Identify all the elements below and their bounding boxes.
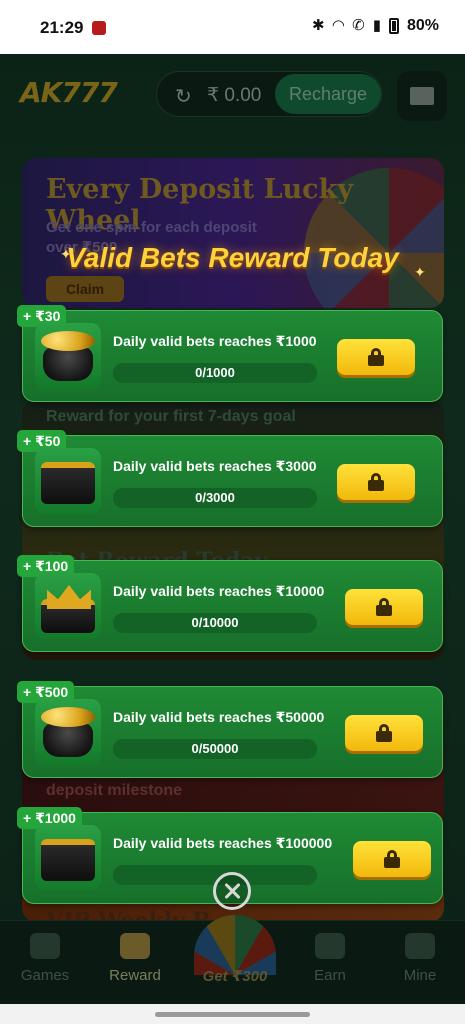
reward-locked-button[interactable] [337,464,415,500]
reward-progress-text: 0/3000 [195,490,235,505]
reward-locked-button[interactable] [345,589,423,625]
profile-icon [405,933,435,959]
close-modal-button[interactable] [213,872,251,910]
reward-description: Daily valid bets reaches ₹1000 [113,333,317,349]
reward-modal-title: Valid Bets Reward Today [66,242,399,273]
close-icon [216,875,248,907]
reward-progress-text: 0/10000 [191,615,239,630]
treasure-box-icon [41,462,95,504]
signal-icon: ▮ [372,17,381,34]
mail-icon [410,87,434,105]
reward-progress-bar: 0/10000 [113,613,317,633]
gift-icon [120,933,150,959]
nav-earn[interactable]: Earn [290,933,370,984]
wallet-pill: ↻ ₹ 0.00 Recharge [156,71,382,117]
refresh-icon[interactable]: ↻ [175,84,192,109]
call-icon: ✆ [352,17,365,34]
nav-games-label: Games [20,967,70,984]
reward-card: + ₹500 Daily valid bets reaches ₹50000 0/5… [17,681,443,778]
deposit-milestone-text: deposit milestone [46,782,183,799]
reward-card: + ₹30 Daily valid bets reaches ₹1000 0/100… [17,305,443,402]
reward-progress-text: 0/50000 [191,741,239,756]
nav-reward-label: Reward [109,967,161,984]
lock-icon [376,724,392,742]
lock-icon [384,850,400,868]
goal-banner-text: Reward for your first 7-days goal [46,408,296,425]
lucky-wheel-claim-button: Claim [46,276,124,302]
reward-thumbnail [35,323,101,389]
reward-locked-button[interactable] [353,841,431,877]
nav-get-bonus-label: Get ₹300 [202,968,268,985]
pot-icon [43,347,93,381]
reward-card: + ₹100 Daily valid bets reaches ₹10000 0/1… [17,555,443,652]
lucky-wheel-banner: Every Deposit Lucky Wheel Get one spin f… [22,158,444,308]
reward-thumbnail [35,448,101,514]
reward-thumbnail [35,573,101,639]
battery-percent: 80% [406,17,439,34]
gamepad-icon [30,933,60,959]
reward-thumbnail [35,825,101,891]
treasure-box-icon [41,839,95,881]
coins-icon [41,331,95,351]
wallet-balance: ₹ 0.00 [207,85,262,106]
reward-progress-bar: 0/1000 [113,363,317,383]
battery-icon [388,18,399,34]
app-logo: AK777 [20,76,118,109]
nav-mine[interactable]: Mine [380,933,460,984]
reward-description: Daily valid bets reaches ₹100000 [113,835,333,851]
reward-progress-text: 0/1000 [195,365,235,380]
recharge-button[interactable]: Recharge [275,74,381,114]
mail-button[interactable] [397,71,447,121]
status-bar: 21:29 ✱ ◠ ✆ ▮ 80% [0,0,465,54]
lock-icon [368,348,384,366]
reward-thumbnail [35,699,101,765]
nav-get-bonus[interactable]: Get ₹300 [180,915,290,1005]
reward-description: Daily valid bets reaches ₹10000 [113,583,325,599]
nav-mine-label: Mine [403,967,437,984]
nav-reward[interactable]: Reward [95,933,175,984]
reward-description: Daily valid bets reaches ₹50000 [113,709,325,725]
reward-progress-bar: 0/50000 [113,739,317,759]
home-indicator[interactable] [155,1012,310,1017]
bottom-nav: Games Reward Get ₹300 Earn Mine [0,915,465,1004]
nav-games[interactable]: Games [5,933,85,984]
reward-locked-button[interactable] [337,339,415,375]
bluetooth-icon: ✱ [312,17,325,34]
reward-description: Daily valid bets reaches ₹3000 [113,458,317,474]
reward-progress-bar: 0/3000 [113,488,317,508]
spin-wheel-icon [194,915,276,975]
coins-icon [41,707,95,727]
crown-icon [47,585,91,609]
lock-icon [376,598,392,616]
nav-earn-label: Earn [314,967,346,984]
lock-icon [368,473,384,491]
earn-icon [315,933,345,959]
wifi-icon: ◠ [332,17,345,34]
status-time: 21:29 [40,18,84,37]
reward-card: + ₹50 Daily valid bets reaches ₹3000 0/300… [17,430,443,527]
app-header: AK777 ↻ ₹ 0.00 Recharge [0,54,465,134]
app-notification-icon [92,21,106,35]
pot-icon [43,723,93,757]
status-icons: ✱ ◠ ✆ ▮ 80% [312,17,439,35]
system-nav-bar [0,1004,465,1024]
reward-locked-button[interactable] [345,715,423,751]
